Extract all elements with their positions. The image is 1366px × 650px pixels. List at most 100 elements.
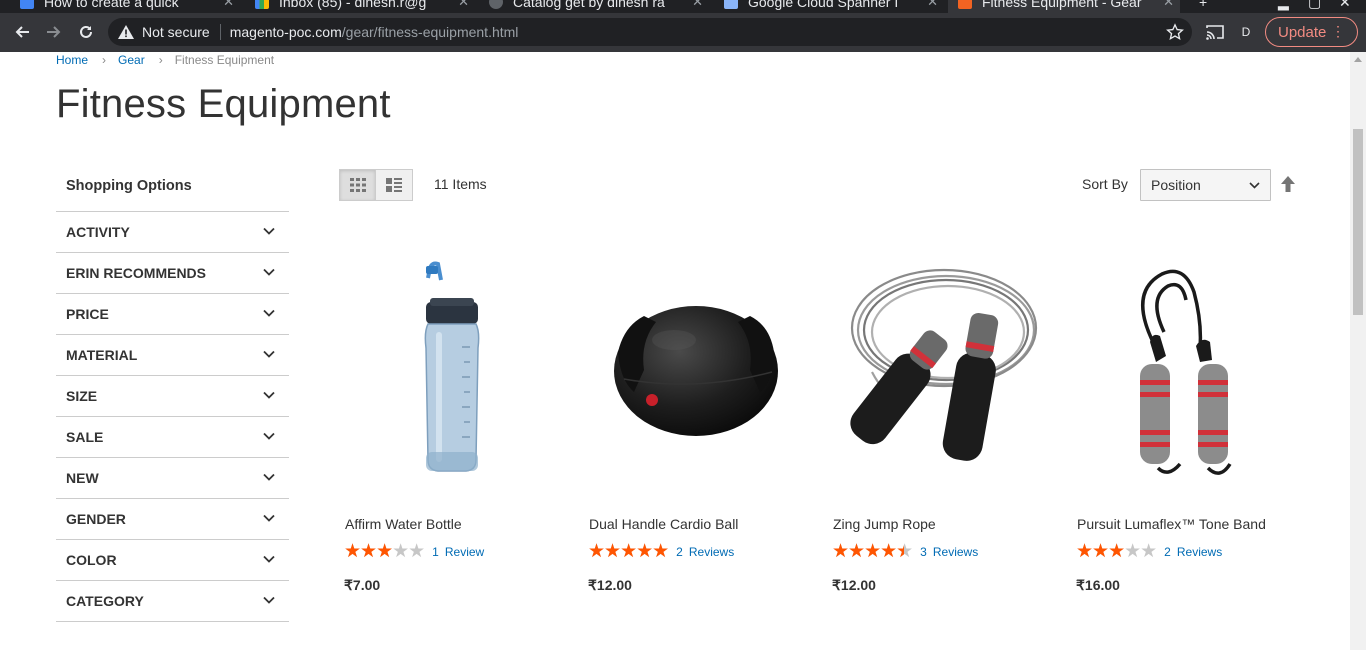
product-rating: ★★★★★★★★★★ 2 Reviews [588,542,734,562]
review-word: Reviews [932,545,979,559]
chevron-down-icon [263,432,275,440]
chevron-down-icon [263,309,275,317]
browser-tab[interactable]: How to create a quick ✕ [20,0,240,13]
product-rating: ★★★★★★★★★★ 1 Review [344,542,484,562]
cardio-ball-image[interactable] [584,252,814,510]
filter-label: SIZE [66,388,98,404]
rating-stars: ★★★★★★★★★★ [588,541,669,562]
filter-label: CATEGORY [66,593,144,609]
filter-label: SALE [66,429,104,445]
reload-icon[interactable] [74,20,98,44]
tab-title: Fitness Equipment - Gear [982,0,1142,10]
product-name[interactable]: Dual Handle Cardio Ball [589,516,738,532]
close-icon[interactable]: ✕ [1163,0,1174,10]
chevron-down-icon [263,596,275,604]
close-icon[interactable]: ✕ [927,0,938,10]
rating-stars-fill: ★★★★★ [1076,542,1125,562]
product-name[interactable]: Affirm Water Bottle [345,516,462,532]
close-icon[interactable]: ✕ [692,0,703,10]
tab-title: Catalog get by dinesh ra [513,0,665,10]
security-label[interactable]: Not secure [142,24,210,40]
close-icon[interactable]: ✕ [223,0,234,10]
chevron-down-icon [263,227,275,235]
filter-erin-recommends[interactable]: ERIN RECOMMENDS [56,253,289,294]
filter-label: MATERIAL [66,347,138,363]
new-tab-icon[interactable]: + [1199,0,1207,10]
filter-color[interactable]: COLOR [56,540,289,581]
sort-by-label: Sort By [1082,176,1128,192]
close-icon[interactable]: ✕ [458,0,469,10]
tone-band-image[interactable] [1072,252,1302,510]
update-button[interactable]: Update ⋮ [1265,17,1358,47]
sort-by-value: Position [1151,177,1201,193]
review-count: 2 [1164,545,1171,559]
browser-tab[interactable]: Catalog get by dinesh ra ✕ [489,0,709,13]
browser-tabstrip: How to create a quick ✕ Inbox (85) - din… [0,0,1366,13]
filter-category[interactable]: CATEGORY [56,581,289,622]
rating-stars-fill: ★★★★★ [832,542,904,562]
docs-favicon-icon [20,0,34,9]
update-label: Update [1278,23,1327,41]
warning-icon[interactable] [118,24,134,40]
filter-label: ACTIVITY [66,224,130,240]
back-icon[interactable] [10,20,34,44]
chevron-down-icon [263,268,275,276]
breadcrumb-home-link[interactable]: Home [56,53,88,67]
browser-tab-active[interactable]: Fitness Equipment - Gear ✕ [948,0,1180,13]
filter-gender[interactable]: GENDER [56,499,289,540]
browser-toolbar: Not secure magento-poc.com/gear/fitness-… [0,13,1366,52]
filter-sale[interactable]: SALE [56,417,289,458]
list-view-button[interactable] [376,169,413,201]
sidebar-title: Shopping Options [56,176,289,212]
address-bar[interactable]: Not secure magento-poc.com/gear/fitness-… [108,18,1192,46]
tab-title: How to create a quick [44,0,179,10]
chevron-right-icon: › [158,53,163,67]
scrollbar-thumb[interactable] [1353,129,1363,315]
product-price: ₹16.00 [1076,577,1120,593]
github-favicon-icon [489,0,503,9]
browser-tab[interactable]: Google Cloud Spanner I ✕ [724,0,944,13]
filter-activity[interactable]: ACTIVITY [56,212,289,253]
reviews-link[interactable]: 1 Review [432,545,484,559]
rating-stars: ★★★★★★★★★★ [832,541,913,562]
cast-icon[interactable] [1204,21,1226,43]
water-bottle-image[interactable] [340,252,570,510]
more-icon: ⋮ [1331,23,1345,39]
grid-icon [349,178,366,192]
product-name[interactable]: Zing Jump Rope [833,516,936,532]
grid-view-button[interactable] [339,169,376,201]
browser-tab[interactable]: Inbox (85) - dinesh.r@g ✕ [255,0,475,13]
filter-size[interactable]: SIZE [56,376,289,417]
bookmark-star-icon[interactable] [1166,23,1184,41]
review-word: Reviews [1176,545,1223,559]
breadcrumb-current: Fitness Equipment [174,53,275,67]
chevron-down-icon [263,555,275,563]
filter-label: COLOR [66,552,117,568]
filter-price[interactable]: PRICE [56,294,289,335]
maximize-icon[interactable]: ▢ [1308,0,1321,11]
scroll-up-arrow-icon[interactable] [1354,57,1362,62]
filter-label: NEW [66,470,99,486]
rating-stars-fill: ★★★★★ [344,542,393,562]
reviews-link[interactable]: 2 Reviews [1164,545,1222,559]
forward-icon[interactable] [42,20,66,44]
profile-avatar[interactable]: D [1236,22,1256,42]
product-rating: ★★★★★★★★★★ 3 Reviews [832,542,978,562]
minimize-icon[interactable]: ▂ [1278,0,1289,11]
product-name[interactable]: Pursuit Lumaflex™ Tone Band [1077,516,1266,532]
filter-label: GENDER [66,511,126,527]
filter-material[interactable]: MATERIAL [56,335,289,376]
filter-new[interactable]: NEW [56,458,289,499]
chevron-down-icon [263,473,275,481]
product-price: ₹7.00 [344,577,381,593]
breadcrumb-gear-link[interactable]: Gear [118,53,145,67]
reviews-link[interactable]: 2 Reviews [676,545,734,559]
sort-by-select[interactable]: Position [1140,169,1271,201]
close-window-icon[interactable]: ✕ [1339,0,1351,11]
sort-ascending-arrow-icon[interactable] [1280,175,1296,193]
rating-stars: ★★★★★★★★★★ [1076,541,1157,562]
page-scrollbar[interactable] [1350,52,1366,650]
list-icon [386,178,402,192]
reviews-link[interactable]: 3 Reviews [920,545,978,559]
jump-rope-image[interactable] [828,252,1058,510]
